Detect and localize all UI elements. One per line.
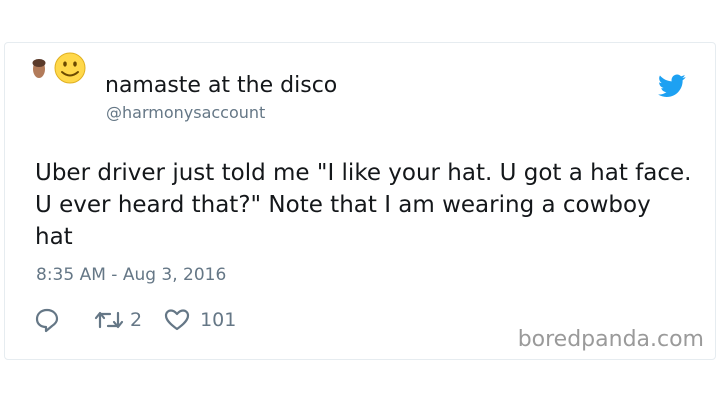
tweet-actions: 2 101 [34, 306, 236, 334]
retweet-icon [94, 309, 124, 331]
user-handle[interactable]: @harmonysaccount [106, 103, 265, 123]
tweet-text: Uber driver just told me "I like your ha… [35, 160, 692, 250]
like-count: 101 [200, 309, 237, 331]
retweet-button[interactable]: 2 [94, 309, 142, 331]
avatar[interactable] [28, 48, 90, 88]
like-button[interactable]: 101 [164, 308, 236, 332]
twitter-bird-icon[interactable] [658, 74, 686, 98]
reply-icon [34, 307, 60, 333]
watermark: boredpanda.com [517, 327, 704, 352]
retweet-count: 2 [130, 309, 143, 331]
tweet-timestamp[interactable]: 8:35 AM - Aug 3, 2016 [36, 264, 226, 286]
reply-button[interactable] [34, 307, 60, 333]
display-name[interactable]: namaste at the disco [105, 72, 337, 100]
heart-icon [164, 308, 190, 332]
